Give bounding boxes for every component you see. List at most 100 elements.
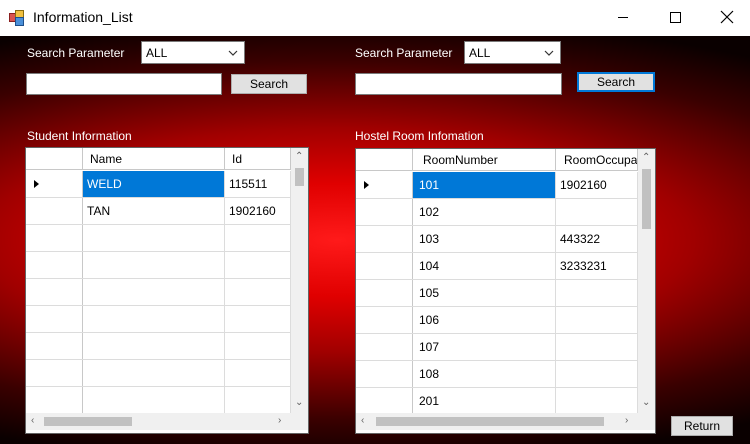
column-header-roomoccupant[interactable]: RoomOccupa — [556, 149, 638, 171]
row-header[interactable] — [356, 388, 413, 414]
right-search-input[interactable] — [355, 73, 562, 95]
hostel-room-grid[interactable]: RoomNumber RoomOccupa 101 1902160 102 103 44… — [355, 148, 656, 434]
table-row[interactable]: 105 — [356, 280, 638, 307]
table-cell[interactable]: 1902160 — [225, 198, 291, 224]
table-cell[interactable]: TAN — [83, 198, 225, 224]
row-header[interactable] — [356, 199, 413, 225]
table-cell[interactable]: 102 — [413, 199, 556, 225]
scroll-down-icon[interactable]: ⌄ — [642, 398, 650, 408]
maximize-button[interactable] — [652, 0, 698, 34]
row-header[interactable] — [26, 252, 83, 278]
table-cell[interactable] — [556, 361, 638, 387]
table-cell[interactable] — [225, 360, 291, 386]
left-search-button[interactable]: Search — [231, 74, 307, 94]
scroll-right-icon[interactable]: › — [625, 416, 628, 426]
table-cell[interactable]: 107 — [413, 334, 556, 360]
scroll-thumb[interactable] — [44, 417, 132, 426]
scroll-thumb[interactable] — [642, 169, 651, 229]
student-grid-vertical-scrollbar[interactable]: ⌃ ⌄ — [291, 148, 308, 413]
hostel-grid-vertical-scrollbar[interactable]: ⌃ ⌄ — [638, 149, 655, 413]
table-cell[interactable] — [83, 306, 225, 332]
table-cell[interactable]: 1902160 — [556, 172, 638, 198]
scroll-left-icon[interactable]: ‹ — [31, 416, 34, 426]
table-cell[interactable]: 101 — [413, 172, 556, 198]
table-cell[interactable]: 103 — [413, 226, 556, 252]
table-cell[interactable] — [225, 387, 291, 413]
table-cell[interactable] — [225, 252, 291, 278]
table-row[interactable] — [26, 252, 291, 279]
table-row[interactable] — [26, 279, 291, 306]
table-cell[interactable] — [83, 252, 225, 278]
row-header[interactable] — [26, 306, 83, 332]
column-header-name[interactable]: Name — [83, 148, 225, 170]
row-header[interactable] — [26, 171, 83, 197]
scroll-up-icon[interactable]: ⌃ — [295, 152, 303, 162]
table-cell[interactable] — [225, 333, 291, 359]
table-row[interactable] — [26, 306, 291, 333]
table-cell[interactable] — [556, 307, 638, 333]
table-cell[interactable] — [83, 279, 225, 305]
row-header[interactable] — [356, 307, 413, 333]
table-cell[interactable]: 106 — [413, 307, 556, 333]
table-row[interactable]: 104 3233231 — [356, 253, 638, 280]
hostel-grid-horizontal-scrollbar[interactable]: ‹ › — [356, 413, 638, 430]
table-cell[interactable] — [83, 333, 225, 359]
table-cell[interactable] — [556, 199, 638, 225]
table-row[interactable] — [26, 333, 291, 360]
scroll-right-icon[interactable]: › — [278, 416, 281, 426]
column-header-id[interactable]: Id — [225, 148, 291, 170]
table-cell[interactable]: 443322 — [556, 226, 638, 252]
left-search-parameter-combo[interactable]: ALL — [141, 41, 245, 64]
scroll-up-icon[interactable]: ⌃ — [642, 153, 650, 163]
return-button[interactable]: Return — [671, 416, 733, 436]
table-cell[interactable]: 108 — [413, 361, 556, 387]
right-search-parameter-combo[interactable]: ALL — [464, 41, 561, 64]
table-cell[interactable] — [225, 279, 291, 305]
table-cell[interactable] — [83, 225, 225, 251]
row-header[interactable] — [26, 333, 83, 359]
row-header[interactable] — [356, 172, 413, 198]
row-header[interactable] — [26, 279, 83, 305]
table-row[interactable]: 106 — [356, 307, 638, 334]
table-cell[interactable] — [556, 334, 638, 360]
row-header[interactable] — [356, 253, 413, 279]
table-cell[interactable]: 3233231 — [556, 253, 638, 279]
scroll-thumb[interactable] — [295, 168, 304, 186]
student-grid[interactable]: Name Id WELD 115511 TAN 1902160 ⌃ ⌄ ‹ › — [25, 147, 309, 434]
table-row[interactable] — [26, 387, 291, 414]
table-row[interactable] — [26, 225, 291, 252]
minimize-button[interactable] — [600, 0, 646, 34]
table-row[interactable]: TAN 1902160 — [26, 198, 291, 225]
row-header[interactable] — [26, 360, 83, 386]
row-header[interactable] — [26, 198, 83, 224]
table-cell[interactable] — [225, 306, 291, 332]
scroll-down-icon[interactable]: ⌄ — [295, 398, 303, 408]
student-grid-horizontal-scrollbar[interactable]: ‹ › — [26, 413, 291, 430]
row-header[interactable] — [26, 387, 83, 413]
left-search-input[interactable] — [26, 73, 222, 95]
table-row[interactable]: 108 — [356, 361, 638, 388]
table-row[interactable]: 107 — [356, 334, 638, 361]
row-header[interactable] — [356, 334, 413, 360]
row-header[interactable] — [356, 226, 413, 252]
column-header-roomnumber[interactable]: RoomNumber — [413, 149, 556, 171]
table-cell[interactable]: 105 — [413, 280, 556, 306]
row-header[interactable] — [356, 361, 413, 387]
table-row[interactable] — [26, 360, 291, 387]
table-cell[interactable] — [83, 360, 225, 386]
table-cell[interactable]: 201 — [413, 388, 556, 414]
right-search-button[interactable]: Search — [577, 72, 655, 92]
row-header[interactable] — [26, 225, 83, 251]
table-row[interactable]: 201 — [356, 388, 638, 415]
table-row[interactable]: WELD 115511 — [26, 171, 291, 198]
table-cell[interactable]: 104 — [413, 253, 556, 279]
table-cell[interactable] — [83, 387, 225, 413]
table-row[interactable]: 101 1902160 — [356, 172, 638, 199]
row-header[interactable] — [356, 280, 413, 306]
close-button[interactable] — [704, 0, 750, 34]
table-cell[interactable] — [556, 280, 638, 306]
table-cell[interactable] — [556, 388, 638, 414]
table-cell[interactable]: 115511 — [225, 171, 291, 197]
scroll-left-icon[interactable]: ‹ — [361, 416, 364, 426]
table-row[interactable]: 102 — [356, 199, 638, 226]
